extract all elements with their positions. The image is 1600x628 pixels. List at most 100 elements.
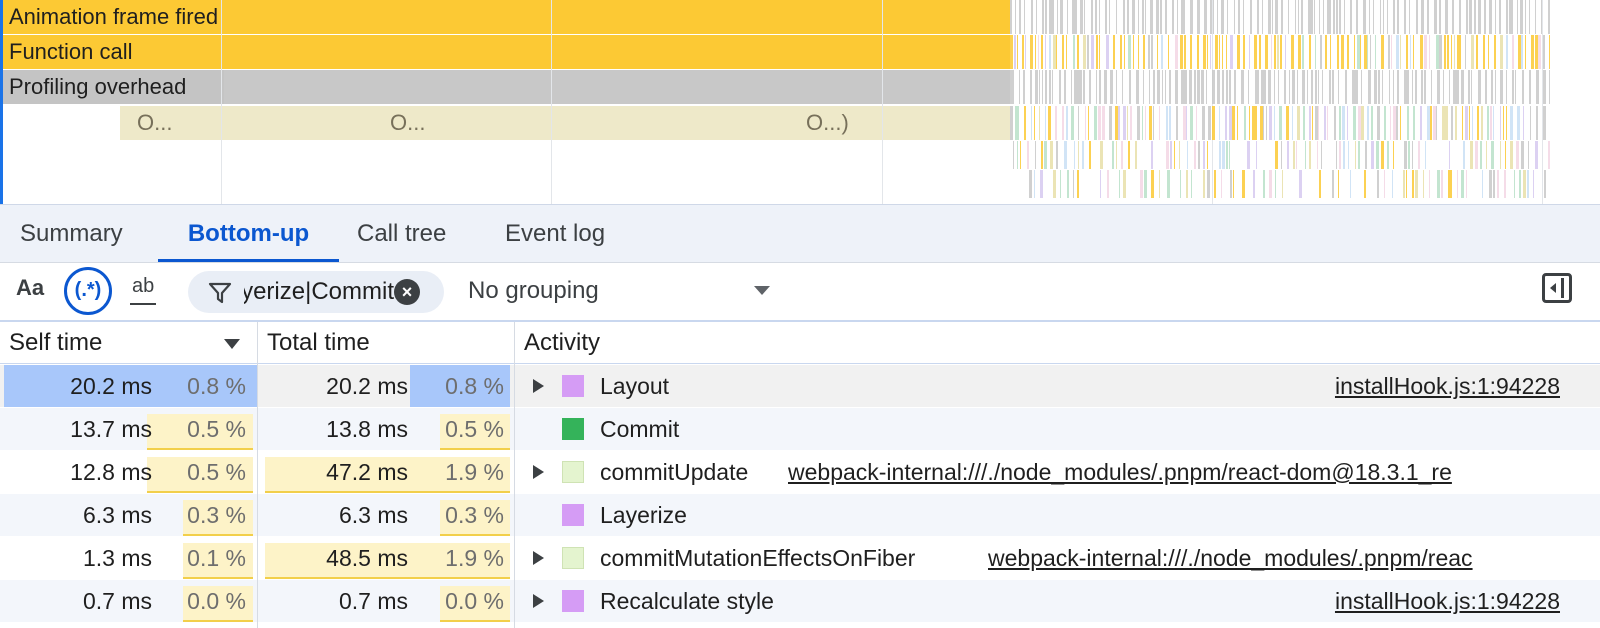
- flame-event-tick[interactable]: [1056, 141, 1058, 169]
- flame-event-tick[interactable]: [1463, 141, 1465, 169]
- flame-event-tick[interactable]: [1295, 0, 1296, 34]
- flame-event-tick[interactable]: [1031, 0, 1033, 34]
- flame-event-tick[interactable]: [1078, 106, 1079, 140]
- flame-event-tick[interactable]: [1210, 35, 1211, 69]
- flame-event-tick[interactable]: [1461, 170, 1464, 198]
- flame-event-tick[interactable]: [1381, 141, 1384, 169]
- flame-event-tick[interactable]: [1133, 35, 1134, 69]
- flame-event-tick[interactable]: [1089, 141, 1091, 169]
- flame-event-tick[interactable]: [1336, 141, 1337, 169]
- flame-event-tick[interactable]: [1420, 106, 1422, 140]
- flame-event-tick[interactable]: [1535, 35, 1538, 69]
- flame-event-tick[interactable]: [1437, 170, 1440, 198]
- flame-event-tick[interactable]: [1272, 0, 1273, 34]
- flame-event-tick[interactable]: [1305, 141, 1306, 169]
- flame-event-tick[interactable]: [1056, 35, 1057, 69]
- flame-event-tick[interactable]: [1427, 0, 1429, 34]
- flame-event-tick[interactable]: [1074, 141, 1075, 169]
- flame-event-tick[interactable]: [1308, 0, 1311, 34]
- flame-event-tick[interactable]: [1027, 141, 1029, 169]
- flame-event-tick[interactable]: [1365, 141, 1367, 169]
- flame-event-tick[interactable]: [1415, 170, 1418, 198]
- flame-event-tick[interactable]: [1013, 141, 1014, 169]
- flame-event-tick[interactable]: [1339, 106, 1341, 140]
- flame-event-tick[interactable]: [1127, 106, 1128, 140]
- flame-event-tick[interactable]: [1219, 141, 1221, 169]
- flame-event-tick[interactable]: [1536, 70, 1539, 104]
- flame-event-tick[interactable]: [1460, 35, 1461, 69]
- flame-event-tick[interactable]: [1109, 106, 1112, 140]
- flame-event-tick[interactable]: [1389, 70, 1390, 104]
- flame-event-tick[interactable]: [1075, 0, 1077, 34]
- flame-event-tick[interactable]: [1034, 106, 1035, 140]
- flame-event-tick[interactable]: [1360, 35, 1361, 69]
- flame-event-tick[interactable]: [1159, 106, 1160, 140]
- flame-event-tick[interactable]: [1247, 141, 1250, 169]
- flame-event-tick[interactable]: [1191, 170, 1192, 198]
- flame-event-tick[interactable]: [1387, 141, 1389, 169]
- flame-event-tick[interactable]: [1142, 106, 1143, 140]
- flame-event-tick[interactable]: [1151, 170, 1154, 198]
- flame-event-tick[interactable]: [1274, 70, 1275, 104]
- flame-event-tick[interactable]: [1095, 0, 1097, 34]
- flame-event-tick[interactable]: [1347, 106, 1348, 140]
- flame-event-tick[interactable]: [1374, 70, 1377, 104]
- flame-event-tick[interactable]: [1077, 70, 1080, 104]
- flame-event-tick[interactable]: [1052, 0, 1054, 34]
- flame-event-tick[interactable]: [1071, 106, 1074, 140]
- flame-event-tick[interactable]: [1297, 106, 1300, 140]
- flame-event-tick[interactable]: [1332, 70, 1334, 104]
- flame-event-tick[interactable]: [1364, 170, 1366, 198]
- clear-circle-icon[interactable]: ×: [394, 279, 420, 305]
- grouping-dropdown[interactable]: No grouping: [468, 263, 778, 319]
- flame-event-tick[interactable]: [1077, 170, 1079, 198]
- flame-event-tick[interactable]: [1030, 35, 1033, 69]
- flame-event-tick[interactable]: [1404, 70, 1407, 104]
- flame-event-tick[interactable]: [1119, 170, 1120, 198]
- flame-event-animation-frame[interactable]: Animation frame fired: [3, 0, 1010, 34]
- flame-event-tick[interactable]: [1194, 141, 1196, 169]
- flame-event-tick[interactable]: [1064, 141, 1067, 169]
- flame-event-tick[interactable]: [1301, 0, 1303, 34]
- flame-event-tick[interactable]: [1345, 70, 1347, 104]
- flame-event-tick[interactable]: [1500, 141, 1501, 169]
- flame-event-tick[interactable]: [1339, 0, 1341, 34]
- flame-event-tick[interactable]: [1296, 141, 1297, 169]
- flame-event-tick[interactable]: [1459, 0, 1461, 34]
- flame-event-tick[interactable]: [1039, 70, 1040, 104]
- flame-event-tick[interactable]: [1388, 35, 1390, 69]
- flame-event-tick[interactable]: [1198, 141, 1200, 169]
- flame-event-tick[interactable]: [1050, 141, 1053, 169]
- sort-descending-icon[interactable]: [224, 339, 240, 349]
- flame-event-tick[interactable]: [1149, 70, 1150, 104]
- flame-event-tick[interactable]: [1424, 70, 1426, 104]
- flame-event-tick[interactable]: [1136, 70, 1139, 104]
- flame-event-tick[interactable]: [1207, 35, 1208, 69]
- flame-event-tick[interactable]: [1045, 106, 1046, 140]
- flame-event-tick[interactable]: [1393, 70, 1394, 104]
- flame-chart[interactable]: Animation frame fired Function call Prof…: [0, 0, 1600, 204]
- flame-event-tick[interactable]: [1521, 35, 1523, 69]
- flame-event-tick[interactable]: [1523, 170, 1526, 198]
- flame-event-tick[interactable]: [1334, 106, 1336, 140]
- flame-event-tick[interactable]: [1363, 0, 1366, 34]
- flame-event-profiling-overhead-segment[interactable]: [224, 70, 1010, 104]
- flame-event-tick[interactable]: [1015, 106, 1018, 140]
- flame-event-tick[interactable]: [1541, 0, 1542, 34]
- flame-event-tick[interactable]: [1309, 35, 1311, 69]
- flame-event-tick[interactable]: [1406, 35, 1408, 69]
- flame-event-tick[interactable]: [1275, 170, 1276, 198]
- flame-event-tick[interactable]: [1071, 70, 1072, 104]
- flame-event-tick[interactable]: [1156, 0, 1159, 34]
- flame-event-tick[interactable]: [1350, 0, 1352, 34]
- flame-event-tick[interactable]: [1418, 141, 1420, 169]
- flame-event-tick[interactable]: [1253, 170, 1255, 198]
- flame-event-tick[interactable]: [1455, 106, 1457, 140]
- flame-event-tick[interactable]: [1041, 35, 1043, 69]
- flame-event-tick[interactable]: [1518, 35, 1521, 69]
- flame-event-tick[interactable]: [1181, 70, 1184, 104]
- flame-event-tick[interactable]: [1143, 35, 1145, 69]
- flame-event-tick[interactable]: [1151, 35, 1153, 69]
- flame-event-tick[interactable]: [1408, 141, 1410, 169]
- flame-event-tick[interactable]: [1268, 0, 1271, 34]
